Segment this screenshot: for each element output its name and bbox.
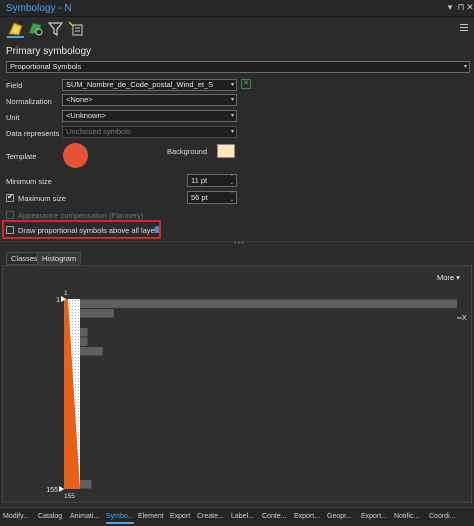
bottom-tab[interactable]: Animati... (70, 510, 99, 524)
bottom-tab[interactable]: Element (138, 510, 164, 524)
histogram-bar (80, 347, 103, 356)
bottom-tab[interactable]: Conte... (262, 510, 287, 524)
bottom-tab[interactable]: Modify... (3, 510, 29, 524)
bottom-dock-tabs: Modify... Catalog Animati... Symbo... Elemen… (0, 507, 474, 526)
histogram-bar (80, 309, 114, 318)
bottom-tab[interactable]: Export... (294, 510, 320, 524)
histogram-bar (80, 337, 88, 346)
bottom-tab[interactable]: Export (170, 510, 190, 524)
histogram-chart: 1 155 1 155 X (46, 290, 467, 500)
min-value-label: 1 (64, 290, 68, 297)
bottom-tab[interactable]: Symbo... (106, 510, 134, 524)
tick-bottom-label: 155 (46, 487, 58, 494)
histogram-bar (80, 299, 457, 308)
exclude-marker: X (462, 315, 467, 322)
histogram-bar (80, 328, 88, 337)
histogram-bar (80, 480, 92, 489)
tick-top-label: 1 (56, 297, 60, 304)
max-value-label: 155 (64, 493, 75, 500)
bottom-tab[interactable]: Geopr... (327, 510, 352, 524)
bottom-tab[interactable]: Notific... (394, 510, 419, 524)
bottom-tab[interactable]: Create... (197, 510, 224, 524)
bottom-tab[interactable]: Coordi... (429, 510, 455, 524)
bottom-tab[interactable]: Catalog (38, 510, 62, 524)
bottom-tab[interactable]: Label... (231, 510, 254, 524)
bottom-handle (59, 486, 64, 492)
bottom-tab[interactable]: Export... (361, 510, 387, 524)
